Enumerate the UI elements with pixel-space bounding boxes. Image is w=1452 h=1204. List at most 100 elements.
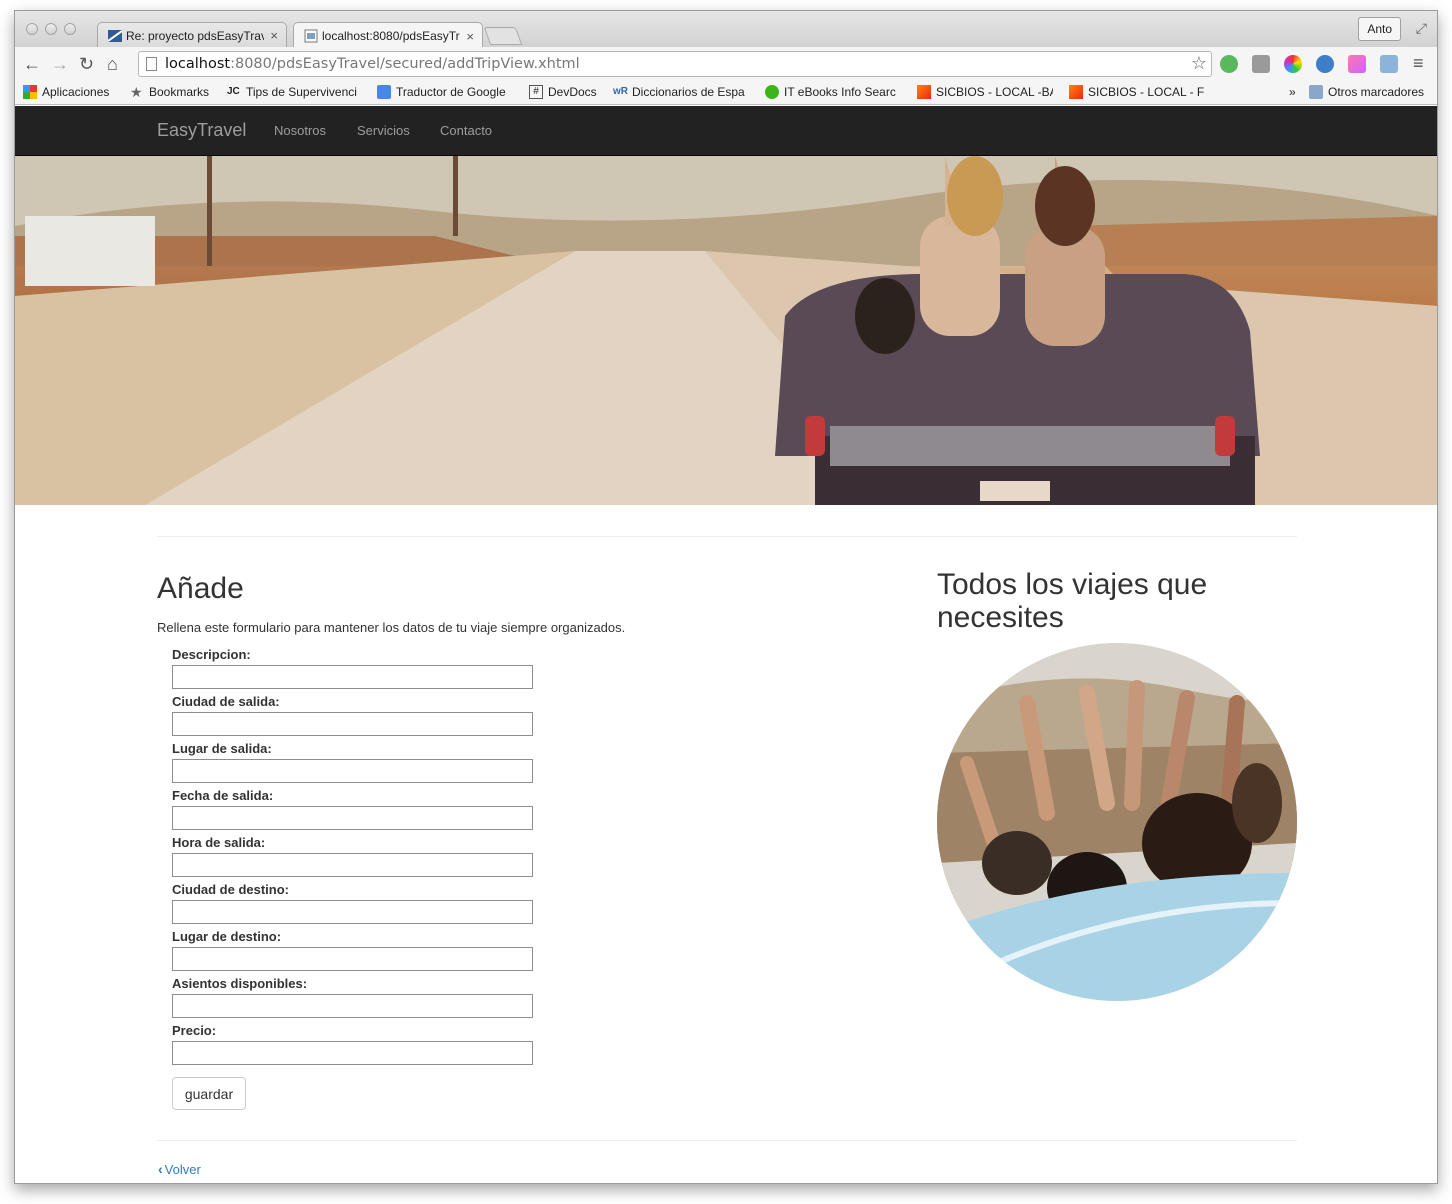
wr-icon: wR: [613, 86, 628, 97]
globe-extension-icon[interactable]: [1316, 55, 1334, 73]
star-icon: ★: [130, 85, 143, 99]
color-picker-extension-icon[interactable]: [1284, 55, 1302, 73]
fecha-salida-input[interactable]: [172, 806, 533, 830]
bookmark-label: Otros marcadores: [1328, 85, 1425, 99]
profile-button[interactable]: Anto: [1358, 17, 1401, 41]
divider-top: [157, 536, 1297, 537]
chevron-left-icon: ‹: [158, 1161, 163, 1177]
menu-icon[interactable]: ≡: [1413, 51, 1424, 75]
folder-icon: [1309, 85, 1323, 99]
bookmark-label: Diccionarios de Espa: [632, 85, 745, 99]
page-favicon-icon: [304, 29, 318, 43]
bookmark-sicbios-2[interactable]: SICBIOS - LOCAL - F: [1069, 85, 1204, 99]
field-lugar-salida: Lugar de salida:: [172, 741, 534, 783]
field-label: Fecha de salida:: [172, 788, 274, 803]
field-label: Hora de salida:: [172, 835, 266, 850]
ciudad-destino-input[interactable]: [172, 900, 533, 924]
url-path: :8080/pdsEasyTravel/secured/addTripView.…: [230, 56, 580, 72]
bookmark-devdocs[interactable]: # DevDocs: [529, 85, 597, 99]
volver-label: Volver: [164, 1161, 201, 1177]
hero-road-car-illustration: [15, 156, 1437, 505]
bookmark-label: SICBIOS - LOCAL -BA: [936, 85, 1053, 99]
bookmark-itebooks[interactable]: IT eBooks Info Searc: [765, 85, 900, 99]
mail-favicon-icon: [108, 29, 122, 42]
volver-link[interactable]: ‹ Volver: [158, 1161, 201, 1177]
minimize-window-button[interactable]: [45, 23, 57, 35]
tab-close-icon[interactable]: ×: [270, 28, 278, 43]
bookmark-label: Traductor de Google: [396, 85, 506, 99]
field-label: Asientos disponibles:: [172, 976, 308, 991]
reload-icon[interactable]: ↻: [79, 52, 94, 76]
bookmark-other[interactable]: Otros marcadores: [1309, 85, 1424, 99]
bookmarks-bar: Aplicaciones ★ Bookmarks JC Tips de Supe…: [15, 81, 1437, 105]
tab-strip: Re: proyecto pdsEasyTrave × localhost:80…: [15, 11, 1437, 49]
gradient-extension-icon[interactable]: [1348, 55, 1366, 73]
nav-contacto[interactable]: Contacto: [440, 123, 492, 138]
divider-bottom: [157, 1140, 1297, 1141]
url-host: localhost: [165, 56, 231, 72]
field-ciudad-destino: Ciudad de destino:: [172, 882, 534, 924]
more-bookmarks-icon[interactable]: »: [1289, 85, 1296, 99]
field-precio: Precio:: [172, 1023, 534, 1065]
field-asientos: Asientos disponibles:: [172, 976, 534, 1018]
field-label: Descripcion:: [172, 647, 251, 662]
tab-title: localhost:8080/pdsEasyTr: [322, 29, 460, 43]
bookmark-tips[interactable]: JC Tips de Supervivenci: [227, 85, 362, 99]
descripcion-input[interactable]: [172, 665, 533, 689]
precio-input[interactable]: [172, 1041, 533, 1065]
hero-image: [15, 156, 1437, 505]
ciudad-salida-input[interactable]: [172, 712, 533, 736]
sicbios-icon: [1069, 85, 1083, 99]
camera-extension-icon[interactable]: [1380, 55, 1398, 73]
address-bar[interactable]: localhost:8080/pdsEasyTravel/secured/add…: [138, 51, 1212, 77]
browser-toolbar: ← → ↻ ⌂ localhost:8080/pdsEasyTravel/sec…: [15, 47, 1437, 81]
tab-email[interactable]: Re: proyecto pdsEasyTrave ×: [97, 22, 287, 48]
apps-grid-icon: [23, 85, 37, 99]
home-icon[interactable]: ⌂: [107, 52, 118, 76]
field-descripcion: Descripcion:: [172, 647, 534, 689]
field-label: Lugar de salida:: [172, 741, 272, 756]
site-brand[interactable]: EasyTravel: [157, 120, 246, 141]
aside-title: Todos los viajes que necesites: [937, 568, 1208, 634]
sicbios-icon: [917, 85, 931, 99]
page-title: Añade: [157, 572, 244, 605]
bookmark-translate[interactable]: Traductor de Google: [377, 85, 506, 99]
tab-close-icon[interactable]: ×: [466, 29, 474, 44]
hash-icon: #: [529, 85, 543, 99]
nav-nosotros[interactable]: Nosotros: [274, 123, 326, 138]
field-ciudad-salida: Ciudad de salida:: [172, 694, 534, 736]
fullscreen-icon[interactable]: ⤢: [1416, 20, 1427, 37]
back-arrow-icon[interactable]: ←: [23, 52, 41, 76]
lugar-salida-input[interactable]: [172, 759, 533, 783]
window-controls: [26, 23, 76, 35]
field-label: Ciudad de destino:: [172, 882, 289, 897]
field-label: Ciudad de salida:: [172, 694, 280, 709]
forward-arrow-icon[interactable]: →: [51, 52, 69, 76]
tab-localhost[interactable]: localhost:8080/pdsEasyTr ×: [293, 22, 483, 49]
bookmark-apps[interactable]: Aplicaciones: [23, 85, 109, 99]
field-fecha-salida: Fecha de salida:: [172, 788, 534, 830]
asientos-input[interactable]: [172, 994, 533, 1018]
nav-servicios[interactable]: Servicios: [357, 123, 410, 138]
green-ball-icon: [765, 85, 779, 99]
field-label: Lugar de destino:: [172, 929, 282, 944]
field-hora-salida: Hora de salida:: [172, 835, 534, 877]
guardar-button[interactable]: guardar: [172, 1077, 246, 1110]
close-window-button[interactable]: [26, 23, 38, 35]
page-viewport: EasyTravel Nosotros Servicios Contacto A…: [15, 106, 1437, 1183]
zoom-window-button[interactable]: [64, 23, 76, 35]
bookmark-bookmarks[interactable]: ★ Bookmarks: [130, 85, 209, 99]
friends-car-illustration: [937, 643, 1297, 1001]
browser-window: Re: proyecto pdsEasyTrave × localhost:80…: [14, 10, 1438, 1184]
page-icon: [146, 57, 157, 71]
new-tab-button[interactable]: [483, 27, 523, 45]
bookmark-sicbios-1[interactable]: SICBIOS - LOCAL -BA: [917, 85, 1053, 99]
tab-title: Re: proyecto pdsEasyTrave: [126, 28, 265, 43]
hangouts-extension-icon[interactable]: [1220, 55, 1238, 73]
hora-salida-input[interactable]: [172, 853, 533, 877]
lugar-destino-input[interactable]: [172, 947, 533, 971]
bookmark-star-icon[interactable]: ☆: [1191, 52, 1207, 76]
bookmark-diccionarios[interactable]: wR Diccionarios de Espa: [613, 85, 748, 99]
recycle-extension-icon[interactable]: [1252, 55, 1270, 73]
bookmark-label: IT eBooks Info Searc: [784, 85, 896, 99]
